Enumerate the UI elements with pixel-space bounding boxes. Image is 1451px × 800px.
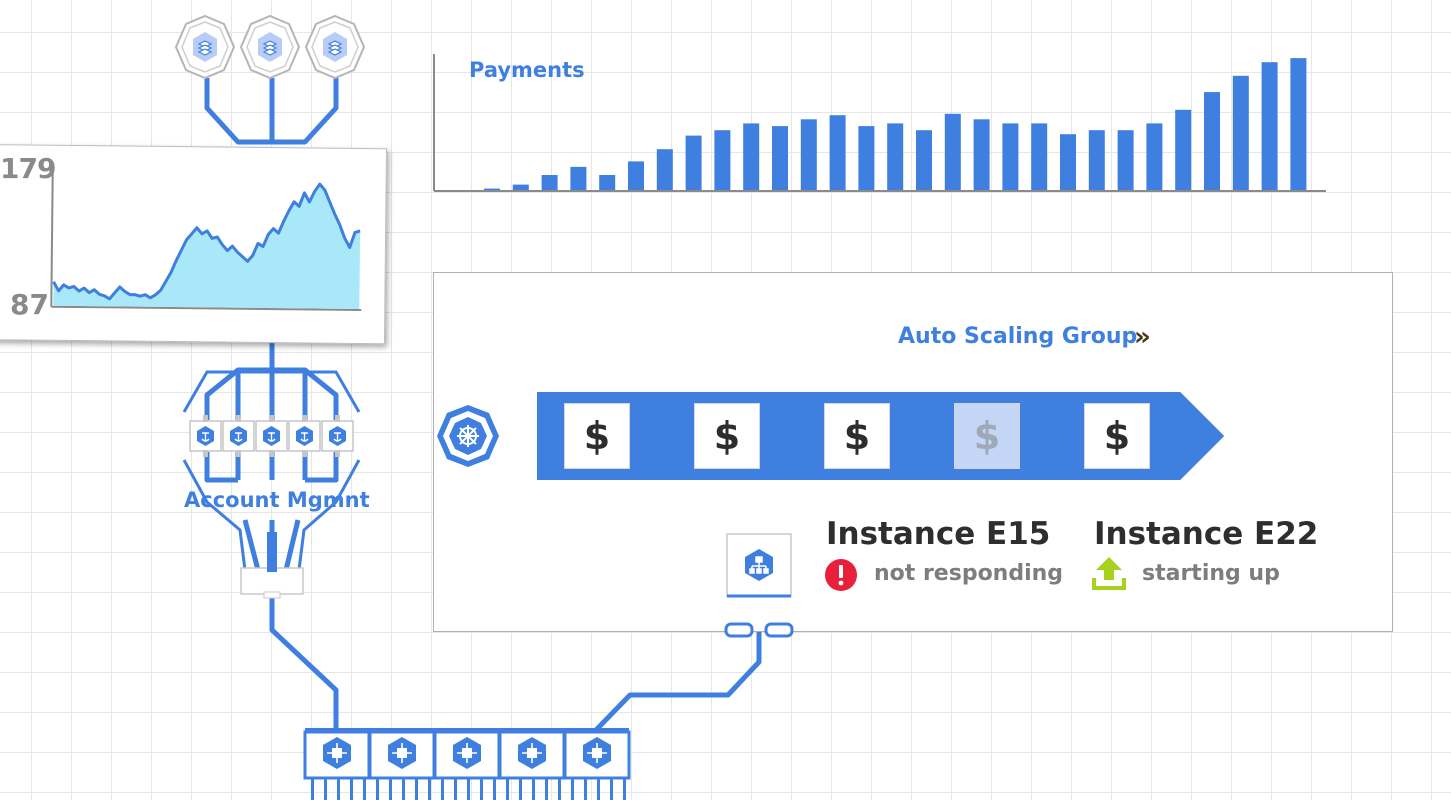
account-service-node[interactable] (321, 415, 354, 457)
bar (714, 130, 731, 190)
bar (887, 123, 904, 190)
bar (800, 119, 817, 190)
compute-node[interactable] (563, 730, 631, 800)
chevron-right-double-icon[interactable]: » (1134, 322, 1151, 352)
instance-e15-title: Instance E15 (826, 516, 1051, 552)
database-stack-icon (262, 40, 278, 56)
kubernetes-helm-icon (457, 425, 479, 447)
bar (484, 188, 500, 190)
asg-title: Auto Scaling Group (898, 324, 1138, 349)
database-node-3[interactable] (304, 14, 366, 80)
top-database-nodes (174, 14, 366, 80)
bar (772, 126, 788, 190)
bar (743, 123, 760, 190)
bar (628, 161, 644, 190)
instance-slot-2[interactable]: $ (694, 403, 760, 469)
alert-icon (825, 559, 857, 591)
instance-slot-3[interactable]: $ (824, 403, 890, 469)
database-node-1[interactable] (174, 14, 236, 80)
account-service-node[interactable] (189, 415, 222, 457)
compute-node[interactable] (433, 730, 501, 800)
bar (973, 119, 990, 190)
compute-node[interactable] (303, 730, 371, 800)
bar (1031, 123, 1048, 190)
instance-slot-1[interactable]: $ (564, 403, 630, 469)
compute-node[interactable] (498, 730, 566, 800)
line-chart-y-axis (50, 167, 54, 307)
database-stack-icon (197, 40, 213, 56)
bar (1204, 92, 1220, 190)
bar (1060, 134, 1076, 190)
line-chart-min-label: 87 (10, 288, 49, 321)
bar-chart-title: Payments (469, 58, 585, 82)
bar (1146, 123, 1163, 190)
bar (1290, 58, 1307, 190)
bar (829, 115, 846, 190)
bar (599, 175, 616, 190)
bar (1002, 123, 1019, 190)
bar (1232, 75, 1249, 190)
instance-slot-4[interactable]: $ (954, 403, 1020, 469)
bar (916, 130, 932, 190)
account-storage-node[interactable] (240, 528, 304, 600)
compute-cluster (303, 728, 631, 800)
kubernetes-node[interactable] (434, 403, 502, 469)
account-service-node[interactable] (288, 415, 321, 457)
bar (656, 149, 673, 190)
account-service-cluster (189, 415, 354, 457)
line-chart (50, 167, 362, 312)
line-chart-panel (0, 144, 387, 345)
account-mgmt-label: Account Mgmnt (184, 488, 370, 512)
account-service-node[interactable] (222, 415, 255, 457)
instance-slot-5[interactable]: $ (1084, 403, 1150, 469)
bar (1261, 62, 1278, 191)
bar (512, 184, 529, 190)
load-balancer-node[interactable] (724, 532, 796, 644)
compute-node[interactable] (368, 730, 436, 800)
bar (1117, 130, 1134, 190)
bar (541, 175, 558, 190)
bar (1175, 109, 1192, 190)
database-node-2[interactable] (239, 14, 301, 80)
instance-e22-title: Instance E22 (1094, 516, 1319, 552)
line-chart-area (53, 184, 361, 309)
line-chart-max-label: 179 (0, 152, 56, 185)
bar (685, 135, 702, 190)
instance-e22-status: starting up (1142, 561, 1280, 586)
bar (944, 113, 961, 190)
bar (1088, 130, 1105, 190)
database-stack-icon (327, 40, 343, 56)
account-service-node[interactable] (255, 415, 288, 457)
instance-e15-status: not responding (874, 561, 1064, 586)
bar (570, 166, 587, 190)
bar (858, 126, 875, 190)
upload-icon (1092, 557, 1126, 590)
